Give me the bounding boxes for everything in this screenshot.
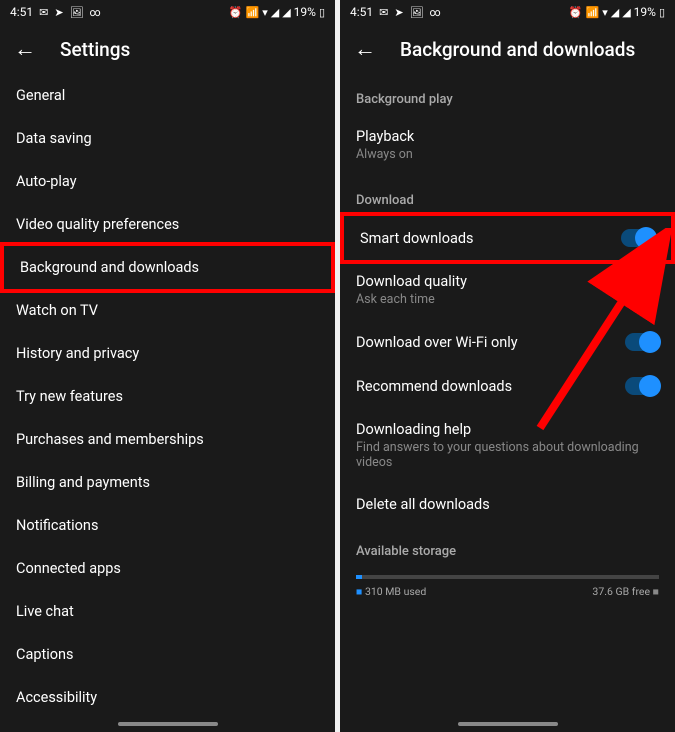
- list-item-smart-downloads[interactable]: Smart downloads: [340, 212, 675, 264]
- alarm-icon: ⏰: [229, 6, 243, 19]
- list-item-video-quality[interactable]: Video quality preferences: [0, 203, 335, 246]
- battery-percent: 19%: [634, 5, 656, 19]
- nav-gesture-hint: [458, 722, 558, 726]
- cell-icon: ◢: [611, 6, 619, 19]
- header: ← Settings: [0, 24, 335, 74]
- nav-gesture-hint: [118, 722, 218, 726]
- status-bar: 4:51 ✉ ➤ 🖼 ∞ ⏰ 📶 ▾ ◢ ◢ 19% ▯: [0, 0, 335, 24]
- list-item-captions[interactable]: Captions: [0, 633, 335, 676]
- notif-icon: 🖼: [70, 6, 84, 19]
- status-time: 4:51: [10, 5, 33, 19]
- list-item-general[interactable]: General: [0, 74, 335, 117]
- toggle-smart-downloads[interactable]: [621, 229, 655, 247]
- list-item-watch-tv[interactable]: Watch on TV: [0, 289, 335, 332]
- list-item-recommend-downloads[interactable]: Recommend downloads: [340, 364, 675, 408]
- list-item-playback[interactable]: Playback Always on: [340, 115, 675, 175]
- toggle-download-wifi[interactable]: [625, 333, 659, 351]
- phone-left-settings: 4:51 ✉ ➤ 🖼 ∞ ⏰ 📶 ▾ ◢ ◢ 19% ▯ ← Settings …: [0, 0, 335, 732]
- list-item-accessibility[interactable]: Accessibility: [0, 676, 335, 719]
- list-item-connected-apps[interactable]: Connected apps: [0, 547, 335, 590]
- notif-icon: ✉: [379, 6, 388, 19]
- list-item-background-downloads[interactable]: Background and downloads: [0, 242, 335, 293]
- signal-icon: 📶: [585, 6, 599, 19]
- list-item-download-quality[interactable]: Download quality Ask each time: [340, 260, 675, 320]
- battery-icon: ▯: [659, 6, 665, 19]
- list-item-history-privacy[interactable]: History and privacy: [0, 332, 335, 375]
- header: ← Background and downloads: [340, 24, 675, 74]
- storage-bar-used: [356, 575, 362, 579]
- storage-bar: [356, 575, 659, 579]
- notif-icon: 🖼: [410, 6, 424, 19]
- cell-icon: ◢: [622, 6, 630, 19]
- list-item-download-wifi[interactable]: Download over Wi-Fi only: [340, 320, 675, 364]
- wifi-icon: ▾: [262, 6, 268, 19]
- page-title: Background and downloads: [400, 38, 635, 61]
- notif-icon: ∞: [90, 6, 101, 19]
- section-header-storage: Available storage: [340, 526, 675, 567]
- section-header-download: Download: [340, 175, 675, 216]
- notif-icon: ➤: [394, 6, 403, 19]
- status-bar: 4:51 ✉ ➤ 🖼 ∞ ⏰ 📶 ▾ ◢ ◢ 19% ▯: [340, 0, 675, 24]
- list-item-data-saving[interactable]: Data saving: [0, 117, 335, 160]
- list-item-downloading-help[interactable]: Downloading help Find answers to your qu…: [340, 408, 675, 483]
- storage-free-label: 37.6 GB free: [592, 585, 659, 598]
- battery-icon: ▯: [319, 6, 325, 19]
- storage-labels: 310 MB used 37.6 GB free: [340, 583, 675, 600]
- signal-icon: 📶: [245, 6, 259, 19]
- wifi-icon: ▾: [602, 6, 608, 19]
- section-header-background-play: Background play: [340, 74, 675, 115]
- cell-icon: ◢: [271, 6, 279, 19]
- list-item-try-features[interactable]: Try new features: [0, 375, 335, 418]
- cell-icon: ◢: [282, 6, 290, 19]
- storage-used-label: 310 MB used: [356, 585, 426, 598]
- alarm-icon: ⏰: [569, 6, 583, 19]
- settings-list: General Data saving Auto-play Video qual…: [0, 74, 335, 719]
- list-item-delete-downloads[interactable]: Delete all downloads: [340, 483, 675, 526]
- battery-percent: 19%: [294, 5, 316, 19]
- page-title: Settings: [60, 38, 130, 61]
- toggle-recommend-downloads[interactable]: [625, 377, 659, 395]
- list-item-live-chat[interactable]: Live chat: [0, 590, 335, 633]
- notif-icon: ➤: [54, 6, 63, 19]
- notif-icon: ✉: [39, 6, 48, 19]
- list-item-notifications[interactable]: Notifications: [0, 504, 335, 547]
- list-item-purchases[interactable]: Purchases and memberships: [0, 418, 335, 461]
- status-time: 4:51: [350, 5, 373, 19]
- back-icon[interactable]: ←: [14, 36, 36, 62]
- back-icon[interactable]: ←: [354, 36, 376, 62]
- notif-icon: ∞: [430, 6, 441, 19]
- phone-right-background-downloads: 4:51 ✉ ➤ 🖼 ∞ ⏰ 📶 ▾ ◢ ◢ 19% ▯ ← Backgroun…: [340, 0, 675, 732]
- list-item-billing[interactable]: Billing and payments: [0, 461, 335, 504]
- list-item-auto-play[interactable]: Auto-play: [0, 160, 335, 203]
